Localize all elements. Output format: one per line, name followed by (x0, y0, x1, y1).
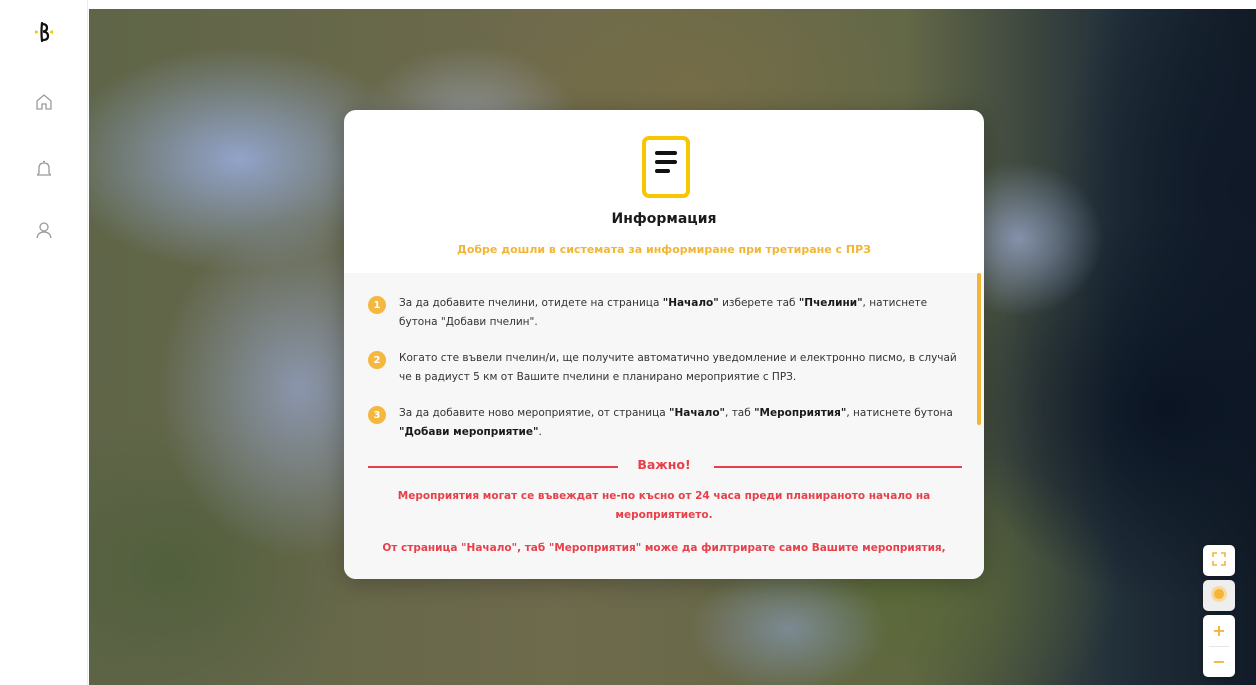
modal-subtitle: Добре дошли в системата за информиране п… (457, 243, 871, 256)
step-text-bold: "Начало" (669, 407, 726, 419)
fullscreen-button[interactable] (1203, 545, 1235, 576)
scrollbar-thumb[interactable] (977, 273, 981, 425)
step-text-segment: За да добавите пчелини, отидете на стран… (399, 297, 663, 309)
step-text-bold: "Пчелини" (798, 297, 863, 309)
info-modal: Информация Добре дошли в системата за ин… (344, 110, 984, 579)
sun-icon (1210, 585, 1228, 607)
zoom-control: + − (1203, 615, 1235, 677)
locate-button[interactable] (1203, 580, 1235, 611)
zoom-in-button[interactable]: + (1203, 615, 1235, 646)
step-text-segment: изберете таб (718, 297, 799, 309)
app-root: Информация Добре дошли в системата за ин… (0, 0, 1256, 685)
step-text-bold: "Добави мероприятие" (399, 426, 539, 438)
step-text-segment: , таб (725, 407, 755, 419)
fullscreen-icon (1212, 551, 1226, 570)
step-text-segment: , натиснете бутона (846, 407, 953, 419)
step-number-badge: 1 (368, 296, 386, 314)
step-text: За да добавите ново мероприятие, от стра… (399, 404, 964, 442)
step-text-segment: За да добавите ново мероприятие, от стра… (399, 407, 669, 419)
modal-title: Информация (611, 211, 717, 227)
home-icon[interactable] (32, 90, 56, 114)
document-icon (642, 136, 690, 198)
step-number-badge: 3 (368, 406, 386, 424)
modal-scroll-area[interactable]: 1 За да добавите пчелини, отидете на стр… (344, 273, 984, 579)
step-text: Когато сте въвели пчелин/и, ще получите … (399, 349, 964, 387)
sidebar (0, 0, 88, 685)
step-text-bold: "Мероприятия" (754, 407, 847, 419)
bell-icon[interactable] (32, 157, 56, 181)
important-heading: Важно! (637, 457, 691, 472)
step-text: За да добавите пчелини, отидете на стран… (399, 294, 964, 332)
zoom-out-button[interactable]: − (1203, 646, 1235, 677)
warning-text: Мероприятия могат се въвеждат не-по късн… (397, 490, 931, 521)
step-text-segment: Когато сте въвели пчелин/и, ще получите … (399, 352, 957, 383)
warning-text: От страница "Начало", таб "Мероприятия" … (382, 542, 946, 554)
bee-logo-icon[interactable] (32, 20, 56, 44)
step-number-badge: 2 (368, 351, 386, 369)
user-icon[interactable] (32, 218, 56, 242)
step-text-segment: . (538, 426, 542, 438)
step-text-bold: "Начало" (662, 297, 719, 309)
